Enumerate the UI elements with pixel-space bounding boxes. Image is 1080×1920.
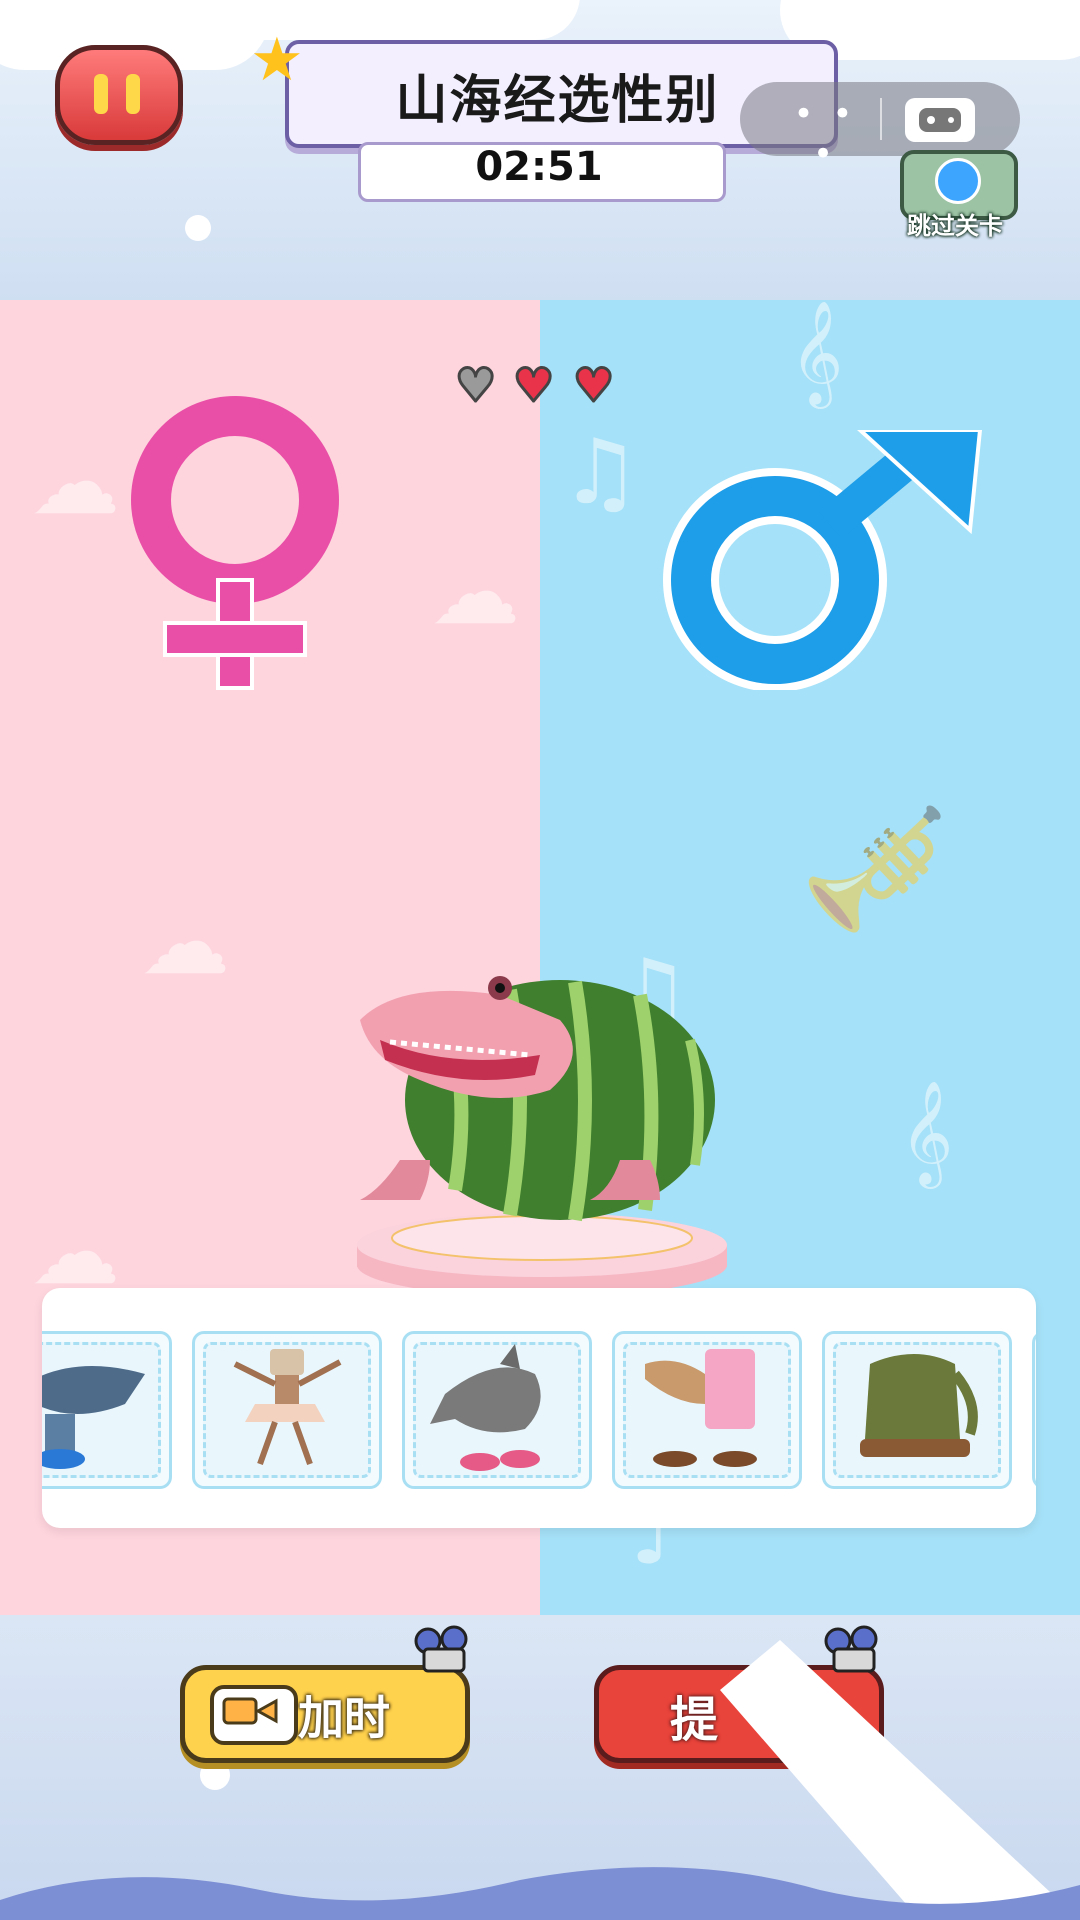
play-icon [935,158,981,204]
creature-card[interactable] [402,1331,592,1489]
pause-button[interactable] [55,45,183,145]
heart-full-icon: ♥ [571,358,615,412]
capsule-divider [880,98,882,140]
cloud-decoration: ☁ [30,430,120,535]
creature-card[interactable] [42,1331,172,1489]
cloud [185,215,211,241]
creature-card[interactable] [612,1331,802,1489]
creature-card[interactable] [1032,1331,1036,1489]
coffee-cup-ballerina-image [233,1349,342,1466]
creature-card[interactable] [192,1331,382,1489]
music-note-decoration: 𝄞 [900,1080,954,1185]
watermelon-crocodile-creature[interactable] [360,960,720,1230]
female-symbol-icon [131,396,339,690]
creature-tray[interactable] [42,1288,1036,1528]
music-note-decoration: ♫ [560,420,641,525]
lives-indicator: ♥ ♥ ♥ [453,358,635,412]
video-camera-icon [210,1685,298,1745]
bottom-waves [0,1867,1080,1920]
video-ad-icon [414,1625,468,1673]
heart-full-icon: ♥ [511,358,555,412]
add-time-label: 加时 [298,1691,390,1745]
trumpet-decoration: 🎺 [800,800,950,939]
countdown-timer: 02:51 [475,144,603,190]
gamepad-icon[interactable] [905,98,975,142]
pause-icon [94,74,108,114]
skip-level-label: 跳过关卡 [907,212,1003,240]
creature-card[interactable] [822,1331,1012,1489]
cloud [200,1760,230,1790]
music-note-decoration: 𝄞 [790,300,844,405]
cloud-decoration: ☁ [140,890,230,995]
camel-fridge-image [645,1349,757,1467]
more-button[interactable]: • • • [780,94,870,174]
cloud-decoration: ☁ [430,540,520,645]
cloud [160,0,580,40]
shark-with-sneakers-image [42,1366,145,1469]
shark-in-pink-shoes-image [430,1344,541,1471]
male-symbol-icon [663,430,983,690]
hint-label: 提 [670,1692,719,1748]
heart-empty-icon: ♥ [453,358,497,412]
skip-level-button[interactable]: 跳过关卡 [900,140,1020,240]
elephant-sandals-image [860,1354,978,1457]
pause-icon [126,74,140,114]
